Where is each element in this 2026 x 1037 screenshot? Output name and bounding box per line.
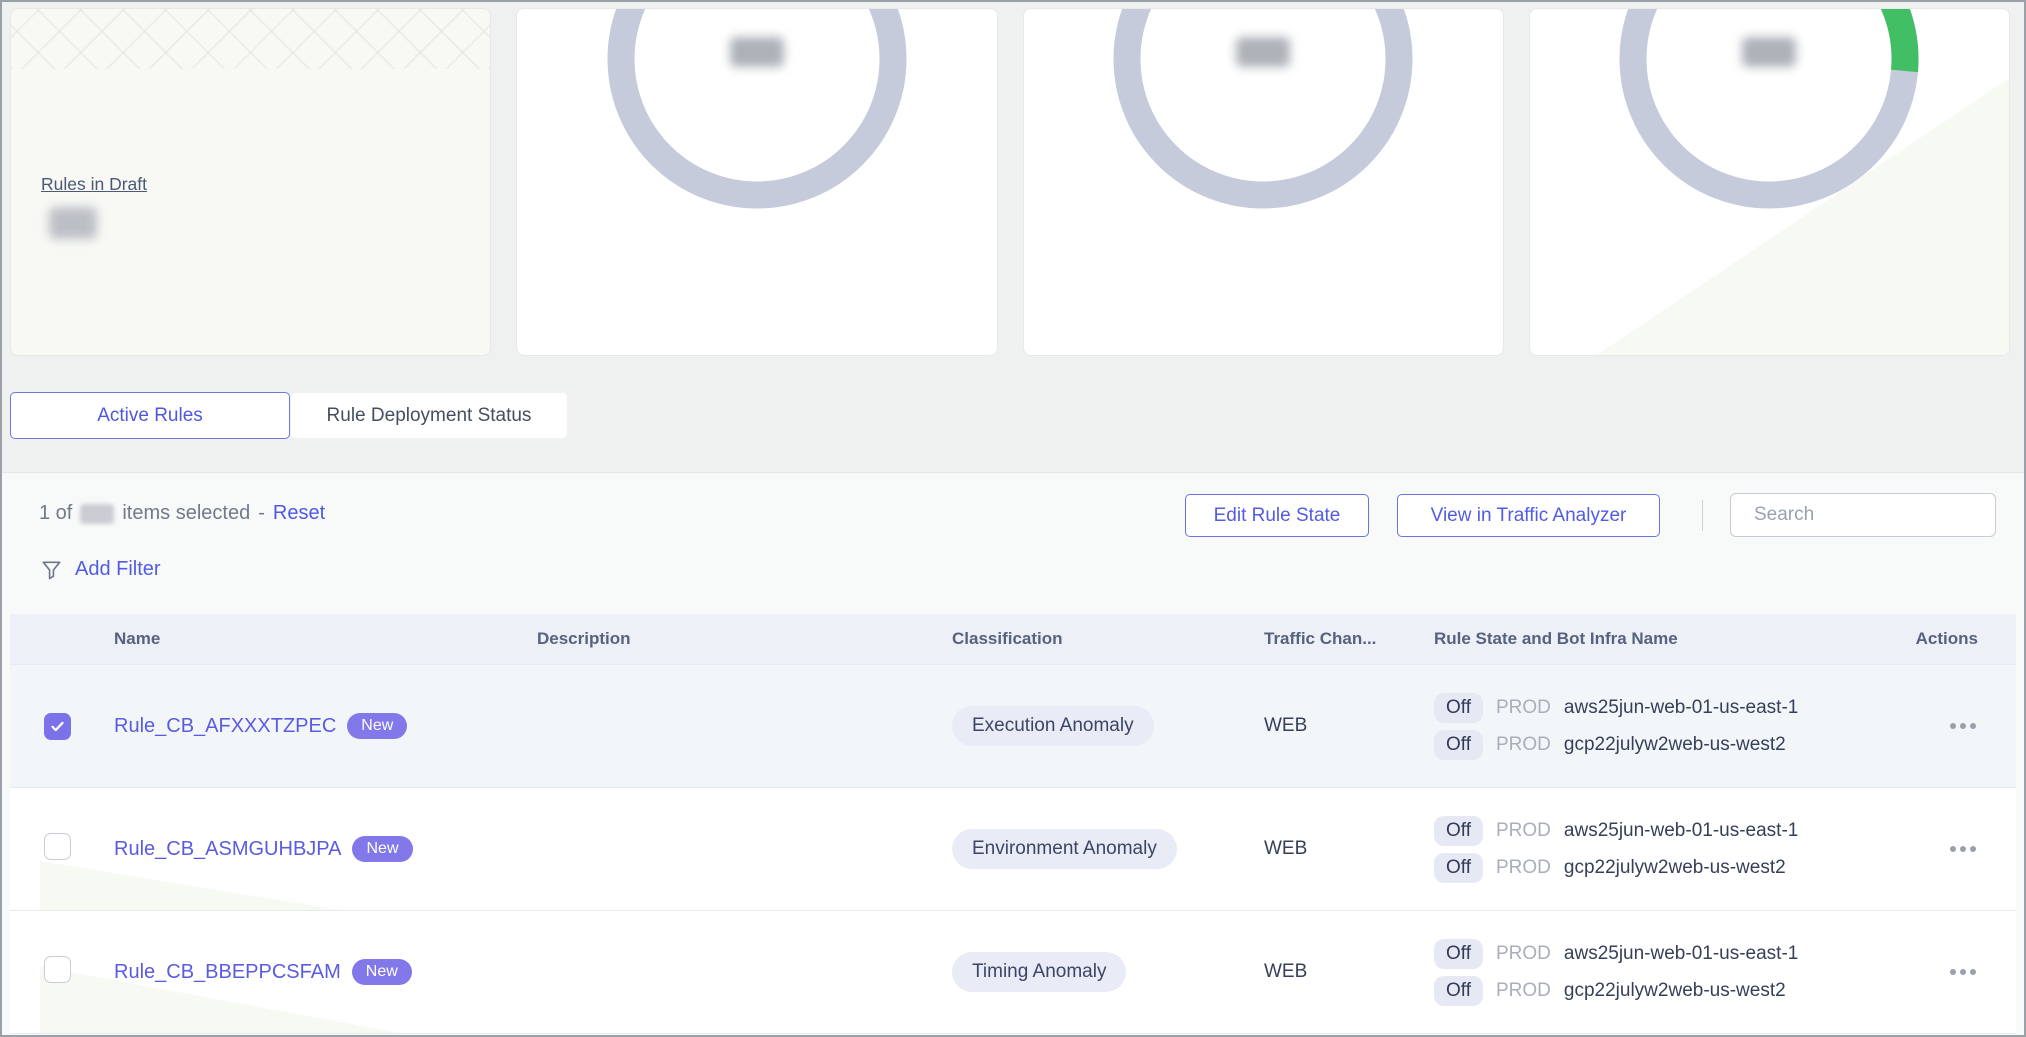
rule-state-line: Off PROD aws25jun-web-01-us-east-1	[1434, 939, 1874, 969]
redacted-donut-value	[1742, 37, 1796, 67]
env-label: PROD	[1496, 820, 1551, 842]
row-actions-button[interactable]	[1948, 963, 1978, 981]
rule-name-link[interactable]: Rule_CB_AFXXXTZPEC	[114, 715, 336, 738]
checkbox-cell	[10, 833, 114, 865]
col-header-rule-state: Rule State and Bot Infra Name	[1434, 629, 1874, 649]
row-checkbox[interactable]	[44, 956, 71, 983]
search-input[interactable]	[1752, 503, 2001, 527]
state-pill: Off	[1434, 853, 1483, 883]
classification-pill: Execution Anomaly	[952, 706, 1154, 746]
rules-tab-bar: Active Rules Rule Deployment Status	[10, 392, 568, 439]
traffic-channel: WEB	[1264, 961, 1434, 983]
new-badge: New	[352, 836, 412, 862]
rules-in-draft-card: Rules in Draft	[10, 8, 491, 356]
donut-card-3	[1529, 8, 2010, 356]
rule-state-line: Off PROD aws25jun-web-01-us-east-1	[1434, 693, 1874, 723]
donut-card-2	[1023, 8, 1504, 356]
rule-name-link[interactable]: Rule_CB_BBEPPCSFAM	[114, 961, 341, 984]
selection-separator: -	[258, 502, 265, 525]
view-in-traffic-analyzer-button[interactable]: View in Traffic Analyzer	[1397, 494, 1660, 537]
redacted-draft-count	[49, 207, 97, 239]
row-actions-button[interactable]	[1948, 717, 1978, 735]
rule-state-line: Off PROD aws25jun-web-01-us-east-1	[1434, 816, 1874, 846]
redacted-donut-value	[1236, 37, 1290, 67]
infra-name: gcp22julyw2web-us-west2	[1564, 980, 1786, 1002]
rules-in-draft-link[interactable]: Rules in Draft	[41, 174, 147, 195]
toolbar-divider	[1702, 500, 1703, 531]
funnel-icon	[40, 558, 63, 581]
active-rules-table: Name Description Classification Traffic …	[10, 614, 2016, 1034]
checkbox-cell	[10, 713, 114, 740]
infra-name: aws25jun-web-01-us-east-1	[1564, 943, 1798, 965]
col-header-name: Name	[114, 629, 537, 649]
row-checkbox[interactable]	[44, 713, 71, 740]
donut-card-1	[516, 8, 997, 356]
row-checkbox[interactable]	[44, 833, 71, 860]
env-label: PROD	[1496, 697, 1551, 719]
rule-state-line: Off PROD gcp22julyw2web-us-west2	[1434, 853, 1874, 883]
rule-state-cell: Off PROD aws25jun-web-01-us-east-1 Off P…	[1434, 939, 1874, 1006]
selection-summary: 1 of items selected - Reset	[39, 502, 325, 525]
edit-rule-state-button[interactable]: Edit Rule State	[1185, 494, 1369, 537]
row-actions-button[interactable]	[1948, 840, 1978, 858]
check-icon	[49, 718, 66, 735]
state-pill: Off	[1434, 693, 1483, 723]
add-filter-label: Add Filter	[75, 558, 161, 581]
col-header-classification: Classification	[952, 629, 1264, 649]
state-pill: Off	[1434, 730, 1483, 760]
new-badge: New	[352, 959, 412, 985]
redacted-total-count	[80, 504, 114, 524]
donut-green-segment	[1837, 8, 1905, 71]
search-box	[1730, 493, 1996, 537]
summary-cards: Rules in Draft	[10, 8, 2010, 356]
traffic-channel: WEB	[1264, 838, 1434, 860]
new-badge: New	[347, 713, 407, 739]
reset-selection-link[interactable]: Reset	[273, 502, 325, 525]
rule-state-cell: Off PROD aws25jun-web-01-us-east-1 Off P…	[1434, 816, 1874, 883]
tab-active-rules[interactable]: Active Rules	[10, 392, 290, 439]
table-row: Rule_CB_BBEPPCSFAM New Timing Anomaly WE…	[10, 910, 2016, 1034]
table-row: Rule_CB_AFXXXTZPEC New Execution Anomaly…	[10, 664, 2016, 787]
col-header-actions: Actions	[1874, 629, 2016, 649]
classification-pill: Timing Anomaly	[952, 952, 1126, 992]
infra-name: gcp22julyw2web-us-west2	[1564, 734, 1786, 756]
infra-name: gcp22julyw2web-us-west2	[1564, 857, 1786, 879]
dashboard-screen: Rules in Draft Active Rules Rul	[0, 0, 2026, 1037]
rule-state-line: Off PROD gcp22julyw2web-us-west2	[1434, 730, 1874, 760]
env-label: PROD	[1496, 943, 1551, 965]
rule-name-link[interactable]: Rule_CB_ASMGUHBJPA	[114, 838, 341, 861]
infra-name: aws25jun-web-01-us-east-1	[1564, 820, 1798, 842]
state-pill: Off	[1434, 976, 1483, 1006]
infra-name: aws25jun-web-01-us-east-1	[1564, 697, 1798, 719]
table-row: Rule_CB_ASMGUHBJPA New Environment Anoma…	[10, 787, 2016, 910]
env-label: PROD	[1496, 734, 1551, 756]
selection-count-prefix: 1 of	[39, 502, 72, 525]
checkbox-cell	[10, 956, 114, 988]
card-pattern	[11, 9, 490, 69]
state-pill: Off	[1434, 816, 1483, 846]
redacted-donut-value	[730, 37, 784, 67]
col-header-description: Description	[537, 629, 952, 649]
env-label: PROD	[1496, 857, 1551, 879]
env-label: PROD	[1496, 980, 1551, 1002]
rule-state-line: Off PROD gcp22julyw2web-us-west2	[1434, 976, 1874, 1006]
classification-pill: Environment Anomaly	[952, 829, 1177, 869]
table-header: Name Description Classification Traffic …	[10, 614, 2016, 664]
col-header-traffic-channel: Traffic Chan...	[1264, 629, 1434, 649]
tab-rule-deployment-status[interactable]: Rule Deployment Status	[290, 392, 568, 439]
add-filter-button[interactable]: Add Filter	[40, 558, 161, 581]
rule-state-cell: Off PROD aws25jun-web-01-us-east-1 Off P…	[1434, 693, 1874, 760]
selection-count-suffix: items selected	[122, 502, 250, 525]
state-pill: Off	[1434, 939, 1483, 969]
traffic-channel: WEB	[1264, 715, 1434, 737]
